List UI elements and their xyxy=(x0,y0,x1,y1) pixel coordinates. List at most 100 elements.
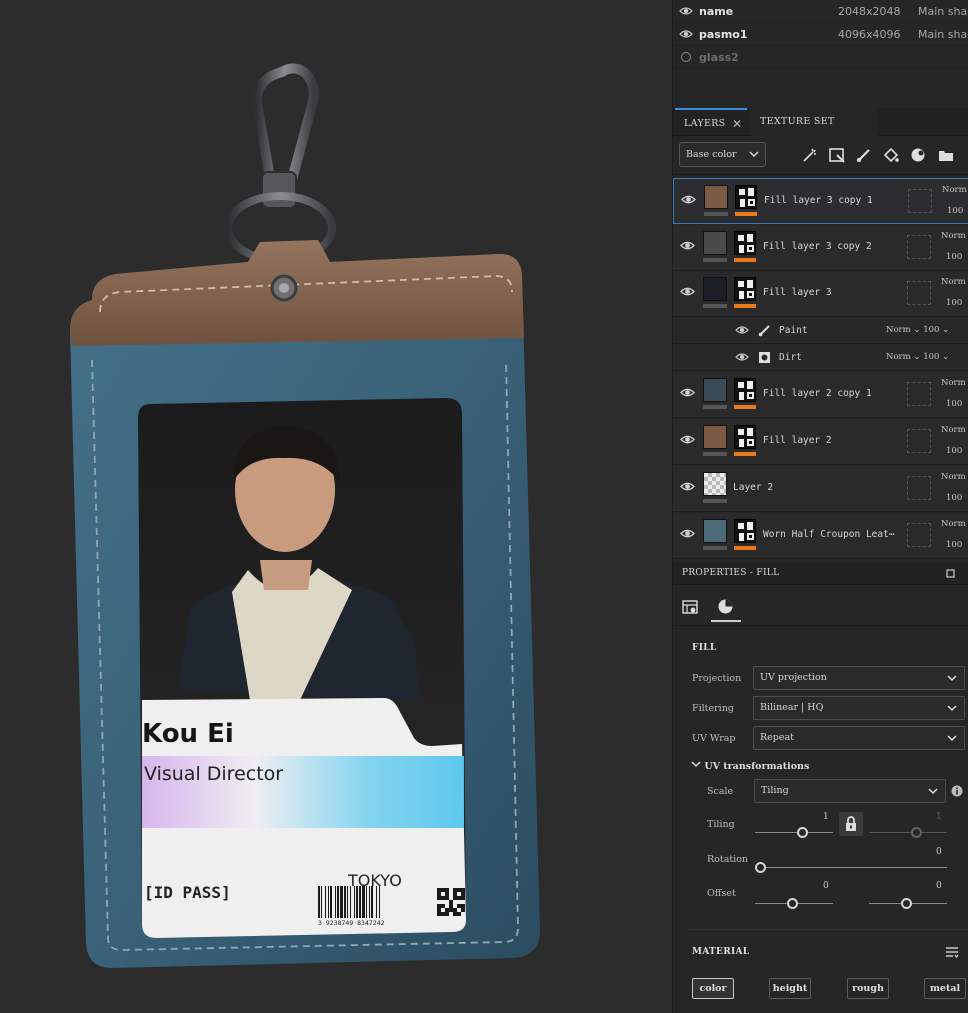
3d-viewport[interactable]: Kou Ei Visual Director TOKYO [ID PASS] 3… xyxy=(0,0,672,1013)
layer-opacity[interactable]: 100 xyxy=(946,446,962,456)
layer-opacity[interactable]: 100 xyxy=(946,399,962,409)
material-sphere-icon[interactable] xyxy=(717,598,734,615)
layer-blend-mode[interactable]: Norm xyxy=(941,231,966,241)
layer-blend-mode[interactable]: Norm xyxy=(941,519,966,529)
layer-mask-thumbnail[interactable] xyxy=(735,185,757,209)
sublayer-blend[interactable]: Norm ⌄ 100 ⌄ xyxy=(886,352,949,362)
tiling-v-slider[interactable] xyxy=(869,832,947,833)
info-icon[interactable] xyxy=(951,785,963,797)
qr-module xyxy=(457,896,461,900)
layer-mask-thumbnail[interactable] xyxy=(734,519,756,543)
layer-blend-mode[interactable]: Norm xyxy=(941,378,966,388)
offset-u-knob[interactable] xyxy=(787,898,798,909)
eye-icon[interactable] xyxy=(679,4,693,18)
rotation-slider[interactable] xyxy=(761,867,947,868)
texture-set-row[interactable]: pasmo1 4096x4096 Main shac xyxy=(673,23,968,46)
layer-opacity[interactable]: 100 xyxy=(946,252,962,262)
eye-icon[interactable] xyxy=(680,432,695,447)
maximize-icon[interactable] xyxy=(946,569,955,578)
layer-opacity[interactable]: 100 xyxy=(946,540,962,550)
sublayer-row[interactable]: Dirt Norm ⌄ 100 ⌄ xyxy=(673,344,968,371)
eye-icon[interactable] xyxy=(680,385,695,400)
layer-mask-bar xyxy=(734,546,756,550)
material-chip-rough[interactable]: rough xyxy=(847,978,889,999)
eye-icon[interactable] xyxy=(679,27,693,41)
add-mask-icon[interactable] xyxy=(828,146,846,164)
eye-icon[interactable] xyxy=(735,350,749,364)
layer-row[interactable]: Fill layer 3 copy 2 Norm 100 xyxy=(673,225,968,271)
layer-mask-thumbnail[interactable] xyxy=(734,277,756,301)
menu-icon[interactable] xyxy=(945,945,959,959)
layer-thumbnail[interactable] xyxy=(703,378,727,402)
tab-layers[interactable]: LAYERS ✕ xyxy=(675,108,747,136)
layer-opacity[interactable]: 100 xyxy=(946,298,962,308)
texture-set-resolution: 4096x4096 xyxy=(838,27,901,41)
layer-row[interactable]: Fill layer 2 copy 1 Norm 100 xyxy=(673,372,968,418)
tab-layers-label: LAYERS xyxy=(684,118,726,129)
texture-set-row[interactable]: glass2 xyxy=(673,46,968,69)
offset-v-knob[interactable] xyxy=(901,898,912,909)
layer-blend-mode[interactable]: Norm xyxy=(941,472,966,482)
sublayer-blend[interactable]: Norm ⌄ 100 ⌄ xyxy=(886,325,949,335)
layer-opacity[interactable]: 100 xyxy=(947,206,963,216)
eye-icon[interactable] xyxy=(680,284,695,299)
scale-label: Scale xyxy=(707,786,734,797)
rotation-knob[interactable] xyxy=(755,862,766,873)
layer-mask-thumbnail[interactable] xyxy=(734,378,756,402)
layer-thumbnail[interactable] xyxy=(703,231,727,255)
folder-icon[interactable] xyxy=(937,146,955,164)
layer-opacity[interactable]: 100 xyxy=(946,493,962,503)
layer-row[interactable]: Layer 2 Norm 100 xyxy=(673,466,968,512)
sublayer-name: Paint xyxy=(779,325,808,336)
layer-row[interactable]: Fill layer 2 Norm 100 xyxy=(673,419,968,465)
paint-brush-icon[interactable] xyxy=(855,146,873,164)
barcode-bar xyxy=(318,886,320,918)
eye-icon[interactable] xyxy=(680,238,695,253)
projection-select[interactable]: UV projection xyxy=(753,666,965,690)
sublayer-row[interactable]: Paint Norm ⌄ 100 ⌄ xyxy=(673,317,968,344)
qr-module xyxy=(441,904,445,908)
layer-row[interactable]: Worn Half Croupon Leat⋯ Norm 100 xyxy=(673,513,968,559)
layer-thumbnail[interactable] xyxy=(703,277,727,301)
eye-icon[interactable] xyxy=(681,192,696,207)
layer-thumbnail[interactable] xyxy=(703,519,727,543)
eye-icon[interactable] xyxy=(735,323,749,337)
eye-off-icon[interactable] xyxy=(679,50,693,64)
layer-row[interactable]: Fill layer 3 Norm 100 xyxy=(673,271,968,317)
layer-mask-thumbnail[interactable] xyxy=(734,231,756,255)
layer-blend-mode[interactable]: Norm xyxy=(942,185,967,195)
material-chip-metal[interactable]: metal xyxy=(924,978,966,999)
qr-module xyxy=(437,912,441,916)
barcode-bar xyxy=(359,886,361,918)
material-chip-color[interactable]: color xyxy=(692,978,734,999)
eye-icon[interactable] xyxy=(680,479,695,494)
fill-properties-icon[interactable] xyxy=(682,599,699,616)
qr-module xyxy=(445,908,449,912)
material-chip-height[interactable]: height xyxy=(769,978,811,999)
texture-set-row[interactable]: name 2048x2048 Main shac xyxy=(673,0,968,23)
layer-blend-mode[interactable]: Norm xyxy=(941,277,966,287)
uv-transformations-toggle[interactable]: UV transformations xyxy=(691,759,809,772)
layer-blend-mode[interactable]: Norm xyxy=(941,425,966,435)
layer-thumbnail[interactable] xyxy=(703,425,727,449)
channel-dropdown[interactable]: Base color xyxy=(679,142,766,167)
layer-thumbnail[interactable] xyxy=(703,472,727,496)
fill-bucket-icon[interactable] xyxy=(882,146,900,164)
tiling-u-slider[interactable] xyxy=(755,832,833,833)
tiling-v-knob[interactable] xyxy=(911,827,922,838)
filtering-select[interactable]: Bilinear | HQ xyxy=(753,696,965,720)
paint-brush-icon xyxy=(758,324,771,337)
uvwrap-select[interactable]: Repeat xyxy=(753,726,965,750)
scale-select[interactable]: Tiling xyxy=(754,779,946,803)
effects-icon[interactable] xyxy=(909,146,927,164)
layer-row[interactable]: Fill layer 3 copy 1 Norm 100 xyxy=(673,178,968,224)
close-icon[interactable]: ✕ xyxy=(732,110,742,138)
lock-ratio-button[interactable] xyxy=(839,812,863,836)
smart-material-icon[interactable] xyxy=(801,146,819,164)
layer-mask-thumbnail[interactable] xyxy=(734,425,756,449)
tab-texture-set-settings[interactable]: TEXTURE SET SETTINGS xyxy=(751,108,877,155)
eye-icon[interactable] xyxy=(680,526,695,541)
qr-module xyxy=(449,900,453,904)
tiling-u-knob[interactable] xyxy=(797,827,808,838)
layer-thumbnail[interactable] xyxy=(704,185,728,209)
